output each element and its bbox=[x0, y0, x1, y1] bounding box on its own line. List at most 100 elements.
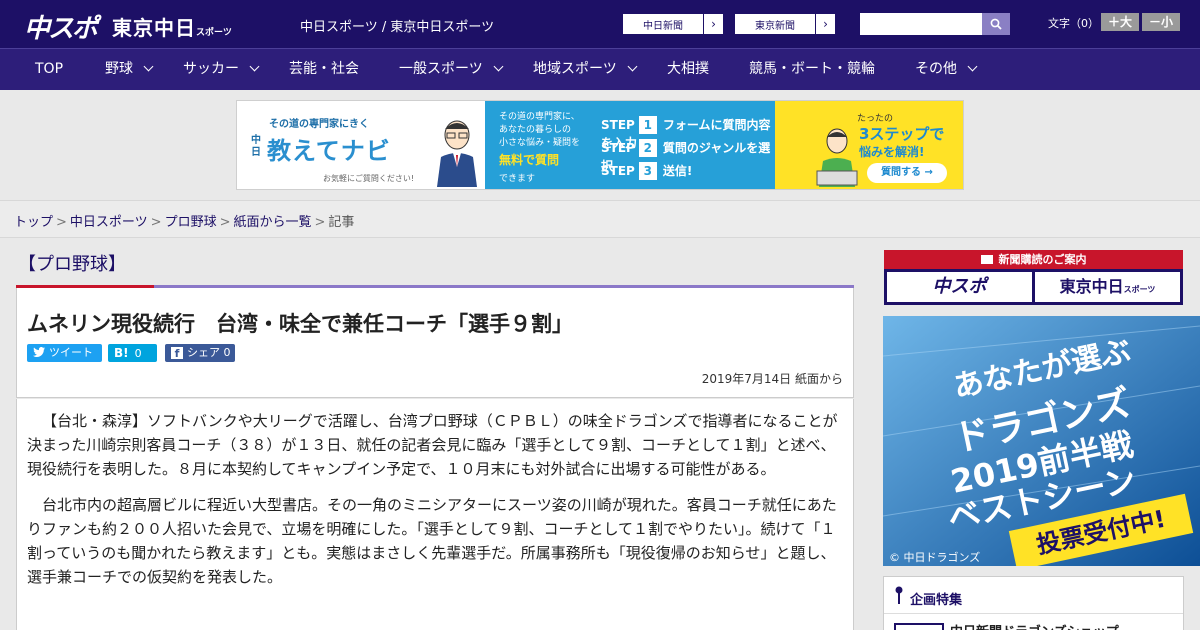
banner-kicker: その道の専門家にきく bbox=[269, 119, 369, 130]
article-body: 【台北・森淳】ソフトバンクや大リーグで活躍し、台湾プロ野球（ＣＰＢＬ）の味全ドラ… bbox=[16, 399, 854, 630]
subscription-heading: 新聞購読のご案内 bbox=[884, 250, 1183, 269]
breadcrumb-link-chunichi-sports[interactable]: 中日スポーツ bbox=[70, 215, 148, 230]
breadcrumb-link-pro-baseball[interactable]: プロ野球 bbox=[165, 215, 217, 230]
nav-item-entertainment[interactable]: 芸能・社会 bbox=[289, 49, 359, 89]
banner-desc-end: できます bbox=[499, 174, 536, 184]
chuspo-logo[interactable]: 中スポ bbox=[24, 8, 98, 45]
header-tagline: 中日スポーツ / 東京中日スポーツ bbox=[300, 20, 495, 35]
chevron-down-icon bbox=[627, 61, 638, 72]
subscription-tokyo-text: 東京中日 bbox=[1059, 277, 1124, 296]
tweet-label: ツイート bbox=[49, 346, 93, 359]
nav-label: 競馬・ボート・競輪 bbox=[749, 61, 875, 77]
subscription-chuspo-logo[interactable]: 中スポ bbox=[887, 272, 1032, 302]
nav-item-baseball[interactable]: 野球 bbox=[105, 49, 154, 89]
breadcrumb-separator: > bbox=[219, 215, 231, 230]
subscription-tokyo-logo[interactable]: 東京中日スポーツ bbox=[1035, 272, 1180, 302]
article-headline: ムネリン現役続行 台湾・味全で兼任コーチ「選手９割」 bbox=[27, 312, 573, 336]
banner-desc-line: あなたの暮らしの bbox=[499, 125, 572, 135]
nav-label: 一般スポーツ bbox=[399, 61, 483, 77]
step-label: STEP bbox=[601, 141, 635, 155]
nav-label: その他 bbox=[915, 61, 957, 77]
feature-item-link[interactable]: 中日新聞ドラゴンズショップ bbox=[950, 621, 1119, 630]
feature-title: 企画特集 bbox=[910, 593, 963, 608]
font-decrease-button[interactable]: －小 bbox=[1142, 13, 1180, 31]
breadcrumb: トップ > 中日スポーツ > プロ野球 > 紙面から一覧 > 記事 bbox=[14, 211, 354, 230]
nav-label: TOP bbox=[35, 61, 64, 77]
search-button[interactable] bbox=[982, 13, 1010, 35]
article-date: 2019年7月14日 紙面から bbox=[701, 372, 843, 386]
font-increase-button[interactable]: ＋大 bbox=[1101, 13, 1139, 31]
banner-left: その道の専門家にきく 中日 教えてナビ お気軽にご質問ください! bbox=[237, 101, 485, 189]
banner-desc-line: その道の専門家に、 bbox=[499, 112, 580, 122]
nav-label: 大相撲 bbox=[667, 61, 709, 77]
breadcrumb-bar: トップ > 中日スポーツ > プロ野球 > 紙面から一覧 > 記事 bbox=[0, 200, 1200, 238]
facebook-label: シェア bbox=[187, 346, 220, 359]
banner-description: その道の専門家に、 あなたの暮らしの 小さな悩み・疑問を bbox=[499, 111, 580, 150]
step-number: 2 bbox=[638, 139, 657, 157]
oshiete-navi-banner[interactable]: その道の専門家にきく 中日 教えてナビ お気軽にご質問ください! その道の専門家… bbox=[236, 100, 964, 190]
step-number: 1 bbox=[638, 116, 657, 134]
hatena-count: 0 bbox=[134, 347, 142, 360]
banner-middle: その道の専門家に、 あなたの暮らしの 小さな悩み・疑問を 無料で質問 できます … bbox=[485, 101, 775, 189]
nav-item-sumo[interactable]: 大相撲 bbox=[667, 49, 709, 89]
breadcrumb-link-print-list[interactable]: 紙面から一覧 bbox=[234, 215, 312, 230]
chevron-right-icon: › bbox=[703, 14, 723, 34]
site-link-label: 中日新聞 bbox=[643, 21, 683, 32]
step-number: 3 bbox=[638, 162, 657, 180]
subscription-box[interactable]: 新聞購読のご案内 中スポ 東京中日スポーツ bbox=[884, 250, 1183, 305]
banner-note: お気軽にご質問ください! bbox=[323, 174, 415, 183]
chevron-down-icon bbox=[493, 61, 504, 72]
breadcrumb-link-top[interactable]: トップ bbox=[14, 215, 53, 230]
nav-item-soccer[interactable]: サッカー bbox=[183, 49, 260, 89]
nav-item-top[interactable]: TOP bbox=[35, 49, 63, 89]
breadcrumb-separator: > bbox=[314, 215, 326, 230]
tweet-button[interactable]: ツイート bbox=[27, 344, 102, 362]
subscription-tokyo-small: スポーツ bbox=[1123, 285, 1156, 294]
feature-thumbnail[interactable] bbox=[894, 623, 944, 630]
breadcrumb-separator: > bbox=[56, 215, 67, 230]
article-category: 【プロ野球】 bbox=[18, 254, 126, 275]
chevron-down-icon bbox=[143, 61, 154, 72]
chevron-down-icon bbox=[967, 61, 978, 72]
twitter-icon bbox=[33, 347, 45, 357]
promo-copyright: © 中日ドラゴンズ bbox=[889, 551, 981, 564]
person-laptop-icon bbox=[816, 128, 858, 187]
facebook-icon: f bbox=[171, 347, 183, 360]
pin-icon bbox=[895, 586, 903, 604]
banner-step-3: STEP 3 送信! bbox=[601, 162, 692, 180]
nav-item-other[interactable]: その他 bbox=[915, 49, 978, 89]
breadcrumb-current: 記事 bbox=[328, 215, 355, 230]
hatena-icon: B! bbox=[114, 346, 129, 360]
nav-label: 野球 bbox=[105, 61, 133, 77]
search-input[interactable] bbox=[860, 13, 982, 35]
chunichi-shimbun-link[interactable]: 中日新聞 › bbox=[622, 13, 724, 35]
tokyo-logo-small: スポーツ bbox=[196, 28, 232, 38]
banner-right-sub: 悩みを解消! bbox=[859, 145, 925, 159]
nav-label: 芸能・社会 bbox=[289, 61, 359, 77]
nav-item-local-sports[interactable]: 地域スポーツ bbox=[533, 49, 638, 89]
step-label: STEP bbox=[601, 164, 635, 178]
facebook-share-button[interactable]: f シェア 0 bbox=[165, 344, 235, 362]
step-label: STEP bbox=[601, 118, 635, 132]
article-paragraph: 台北市内の超高層ビルに程近い大型書店。その一角のミニシアターにスーツ姿の川崎が現… bbox=[27, 496, 837, 586]
nav-label: 地域スポーツ bbox=[533, 61, 617, 77]
facebook-count: 0 bbox=[223, 346, 231, 359]
feature-divider bbox=[884, 613, 1183, 614]
step-text: 送信! bbox=[662, 164, 693, 178]
chevron-down-icon bbox=[249, 61, 260, 72]
nav-item-racing[interactable]: 競馬・ボート・競輪 bbox=[749, 49, 875, 89]
main-nav: TOP 野球 サッカー 芸能・社会 一般スポーツ 地域スポーツ 大相撲 競馬・ボ… bbox=[0, 48, 1200, 90]
nav-item-general-sports[interactable]: 一般スポーツ bbox=[399, 49, 504, 89]
banner-right: たったの 3ステップで 悩みを解消! 質問する → bbox=[775, 101, 963, 189]
nav-label: サッカー bbox=[183, 61, 239, 77]
search-icon bbox=[990, 18, 1002, 30]
banner-ask-button[interactable]: 質問する → bbox=[867, 163, 947, 183]
site-header: 中スポ 東京中日スポーツ 中日スポーツ / 東京中日スポーツ 中日新聞 › 東京… bbox=[0, 0, 1200, 48]
font-size-label: 文字（0） bbox=[1048, 17, 1099, 30]
banner-brand-small: 中日 bbox=[251, 135, 261, 158]
hatena-bookmark-button[interactable]: B! 0 bbox=[108, 344, 157, 362]
tokyo-chunichi-logo[interactable]: 東京中日スポーツ bbox=[112, 12, 232, 41]
article-header: ムネリン現役続行 台湾・味全で兼任コーチ「選手９割」 ツイート B! 0 f シェア… bbox=[16, 288, 854, 398]
dragons-best-scene-promo[interactable]: あなたが選ぶ ドラゴンズ 2019前半戦 ベストシーン 投票受付中! © 中日ド… bbox=[883, 316, 1200, 566]
tokyo-shimbun-link[interactable]: 東京新聞 › bbox=[734, 13, 836, 35]
